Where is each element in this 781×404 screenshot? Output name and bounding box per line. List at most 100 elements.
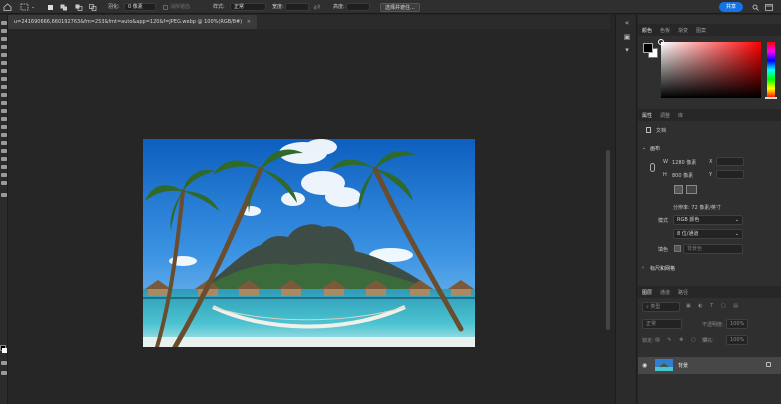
height-label: H: [663, 172, 667, 178]
x-input[interactable]: [716, 157, 744, 166]
rectangle-tool-icon[interactable]: [1, 165, 7, 169]
blend-mode-select[interactable]: 正常: [642, 319, 682, 329]
portrait-orientation-icon[interactable]: [674, 185, 683, 194]
canvas-area[interactable]: [8, 29, 610, 404]
chevron-down-icon[interactable]: ⌄: [31, 0, 35, 14]
type-tool-icon[interactable]: [1, 149, 7, 153]
rulers-section-chevron-icon[interactable]: ›: [642, 265, 644, 271]
visibility-eye-icon[interactable]: ◉: [642, 362, 647, 369]
frame-tool-icon[interactable]: [1, 61, 7, 65]
more-tools-icon[interactable]: [1, 193, 7, 197]
tab-libraries[interactable]: 库: [674, 112, 687, 119]
opacity-label: 不透明度:: [702, 322, 724, 328]
canvas-section-chevron-icon[interactable]: ⌄: [642, 145, 646, 151]
rulers-section-title: 标尺和网格: [650, 266, 676, 272]
marquee-tool-icon[interactable]: [20, 0, 30, 14]
quick-mask-icon[interactable]: [1, 361, 7, 365]
eraser-tool-icon[interactable]: [1, 109, 7, 113]
brush-tool-icon[interactable]: [1, 85, 7, 89]
height-input[interactable]: [346, 3, 370, 11]
bit-depth-select[interactable]: 8 位/通道 ⌄: [673, 229, 743, 239]
mode-select[interactable]: RGB 颜色 ⌄: [673, 215, 743, 225]
tab-gradients[interactable]: 渐变: [674, 27, 692, 34]
y-label: Y: [709, 172, 713, 178]
background-swatch[interactable]: [2, 348, 7, 353]
landscape-orientation-icon[interactable]: [686, 185, 697, 194]
quick-select-tool-icon[interactable]: [1, 45, 7, 49]
tab-color[interactable]: 颜色: [638, 27, 656, 34]
document-image[interactable]: [143, 139, 475, 347]
comments-icon[interactable]: ▾: [623, 46, 631, 54]
mode-value: RGB 颜色: [677, 217, 700, 223]
width-label: W: [663, 159, 668, 165]
tab-paths[interactable]: 路径: [674, 289, 692, 296]
hue-slider[interactable]: [767, 42, 775, 98]
layers-panel-tabs: 图层 通道 路径: [638, 286, 781, 298]
fill-select[interactable]: 背景色: [683, 244, 743, 254]
swap-icon[interactable]: [313, 0, 321, 14]
history-icon[interactable]: ▣: [623, 33, 631, 41]
fill-opacity-input[interactable]: 100%: [726, 335, 748, 345]
home-icon[interactable]: [3, 0, 12, 14]
document-tab-title: u=241690666,660192763&fm=253&fmt=auto&ap…: [14, 19, 243, 25]
lasso-tool-icon[interactable]: [1, 37, 7, 41]
layer-row[interactable]: ◉ 背景: [638, 357, 781, 374]
lock-icon[interactable]: [766, 362, 771, 367]
pen-tool-icon[interactable]: [1, 141, 7, 145]
height-value[interactable]: 800 像素: [672, 172, 693, 179]
search-icon[interactable]: [752, 0, 759, 14]
tab-channels[interactable]: 通道: [656, 289, 674, 296]
foreground-color-swatch[interactable]: [643, 43, 653, 53]
collapse-panels-icon[interactable]: «: [623, 19, 631, 27]
screen-mode-icon[interactable]: [1, 371, 7, 375]
y-input[interactable]: [716, 170, 744, 179]
opacity-input[interactable]: 100%: [726, 319, 748, 329]
intersect-selection-icon[interactable]: [89, 0, 97, 14]
hue-slider-thumb[interactable]: [765, 97, 777, 99]
tab-patterns[interactable]: 图案: [692, 27, 710, 34]
history-brush-tool-icon[interactable]: [1, 101, 7, 105]
tab-properties[interactable]: 属性: [638, 112, 656, 119]
crop-tool-icon[interactable]: [1, 53, 7, 57]
move-tool-icon[interactable]: [1, 21, 7, 25]
share-button[interactable]: 共享: [719, 2, 743, 12]
select-and-mask-button[interactable]: 选择并遮住...: [380, 2, 420, 12]
layer-kind-filter[interactable]: ⌕ 类型: [642, 302, 680, 312]
subtract-selection-icon[interactable]: [75, 0, 83, 14]
stamp-tool-icon[interactable]: [1, 93, 7, 97]
link-icon[interactable]: [650, 163, 655, 172]
add-selection-icon[interactable]: [60, 0, 68, 14]
blur-tool-icon[interactable]: [1, 125, 7, 129]
opacity-value: 100%: [730, 321, 745, 327]
properties-panel-tabs: 属性 调整 库: [638, 109, 781, 121]
fill-opacity-value: 100%: [730, 337, 745, 343]
eyedropper-tool-icon[interactable]: [1, 69, 7, 73]
document-icon: [646, 127, 651, 133]
x-label: X: [709, 159, 713, 165]
antialias-checkbox[interactable]: [163, 4, 168, 10]
close-icon[interactable]: ×: [247, 19, 251, 25]
marquee-tool-icon[interactable]: [1, 29, 7, 33]
document-tab[interactable]: u=241690666,660192763&fm=253&fmt=auto&ap…: [8, 15, 257, 29]
style-select[interactable]: 正常: [230, 3, 266, 11]
zoom-tool-icon[interactable]: [1, 181, 7, 185]
color-field-picker[interactable]: [658, 39, 664, 45]
dodge-tool-icon[interactable]: [1, 133, 7, 137]
tab-layers[interactable]: 图层: [638, 289, 656, 296]
chevron-down-icon: ⌄: [734, 231, 739, 237]
fill-color-swatch[interactable]: [674, 245, 681, 252]
feather-input[interactable]: 0 像素: [124, 3, 156, 11]
width-value[interactable]: 1280 像素: [672, 159, 696, 166]
path-select-tool-icon[interactable]: [1, 157, 7, 161]
workspace-icon[interactable]: [765, 0, 773, 14]
layer-filter-icons[interactable]: ▣ ◐ T ▢ ▤: [686, 303, 741, 309]
gradient-tool-icon[interactable]: [1, 117, 7, 121]
hand-tool-icon[interactable]: [1, 173, 7, 177]
tab-swatches[interactable]: 色板: [656, 27, 674, 34]
new-selection-icon[interactable]: [47, 0, 54, 14]
canvas-vertical-scrollbar[interactable]: [606, 150, 610, 330]
healing-tool-icon[interactable]: [1, 77, 7, 81]
color-field[interactable]: [661, 42, 761, 98]
tab-adjustments[interactable]: 调整: [656, 112, 674, 119]
width-input[interactable]: [285, 3, 309, 11]
